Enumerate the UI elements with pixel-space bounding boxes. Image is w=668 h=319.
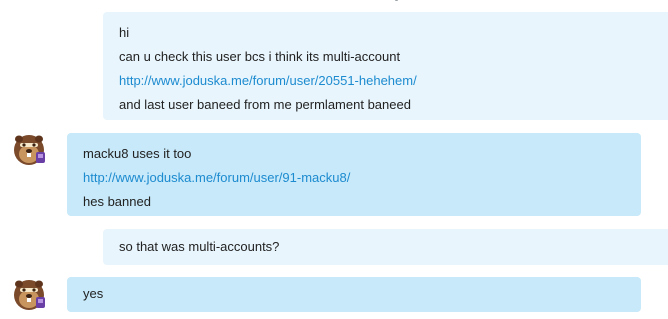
message-line: hes banned	[83, 194, 151, 209]
message-line: hi	[119, 25, 130, 40]
message-line: and last user baneed from me permlament …	[119, 97, 411, 112]
message-line: can u check this user bcs i think its mu…	[119, 49, 401, 64]
chat-conversation: hi can u check this user bcs i think its…	[0, 0, 668, 319]
user-profile-link[interactable]: http://www.joduska.me/forum/user/91-mack…	[83, 166, 625, 190]
message-line: so that was multi-accounts?	[119, 239, 280, 254]
incoming-message-bubble: yes	[67, 277, 641, 312]
incoming-message-bubble: macku8 uses it too http://www.joduska.me…	[67, 133, 641, 216]
message-line: yes	[83, 286, 104, 301]
outgoing-message-bubble: hi can u check this user bcs i think its…	[103, 12, 668, 120]
user-profile-link[interactable]: http://www.joduska.me/forum/user/20551-h…	[119, 69, 652, 93]
beaver-avatar-icon[interactable]	[11, 276, 49, 312]
beaver-avatar-icon[interactable]	[11, 131, 49, 167]
message-line: macku8 uses it too	[83, 146, 192, 161]
scroll-indicator-mark	[395, 0, 398, 1]
outgoing-message-bubble: so that was multi-accounts?	[103, 229, 668, 265]
